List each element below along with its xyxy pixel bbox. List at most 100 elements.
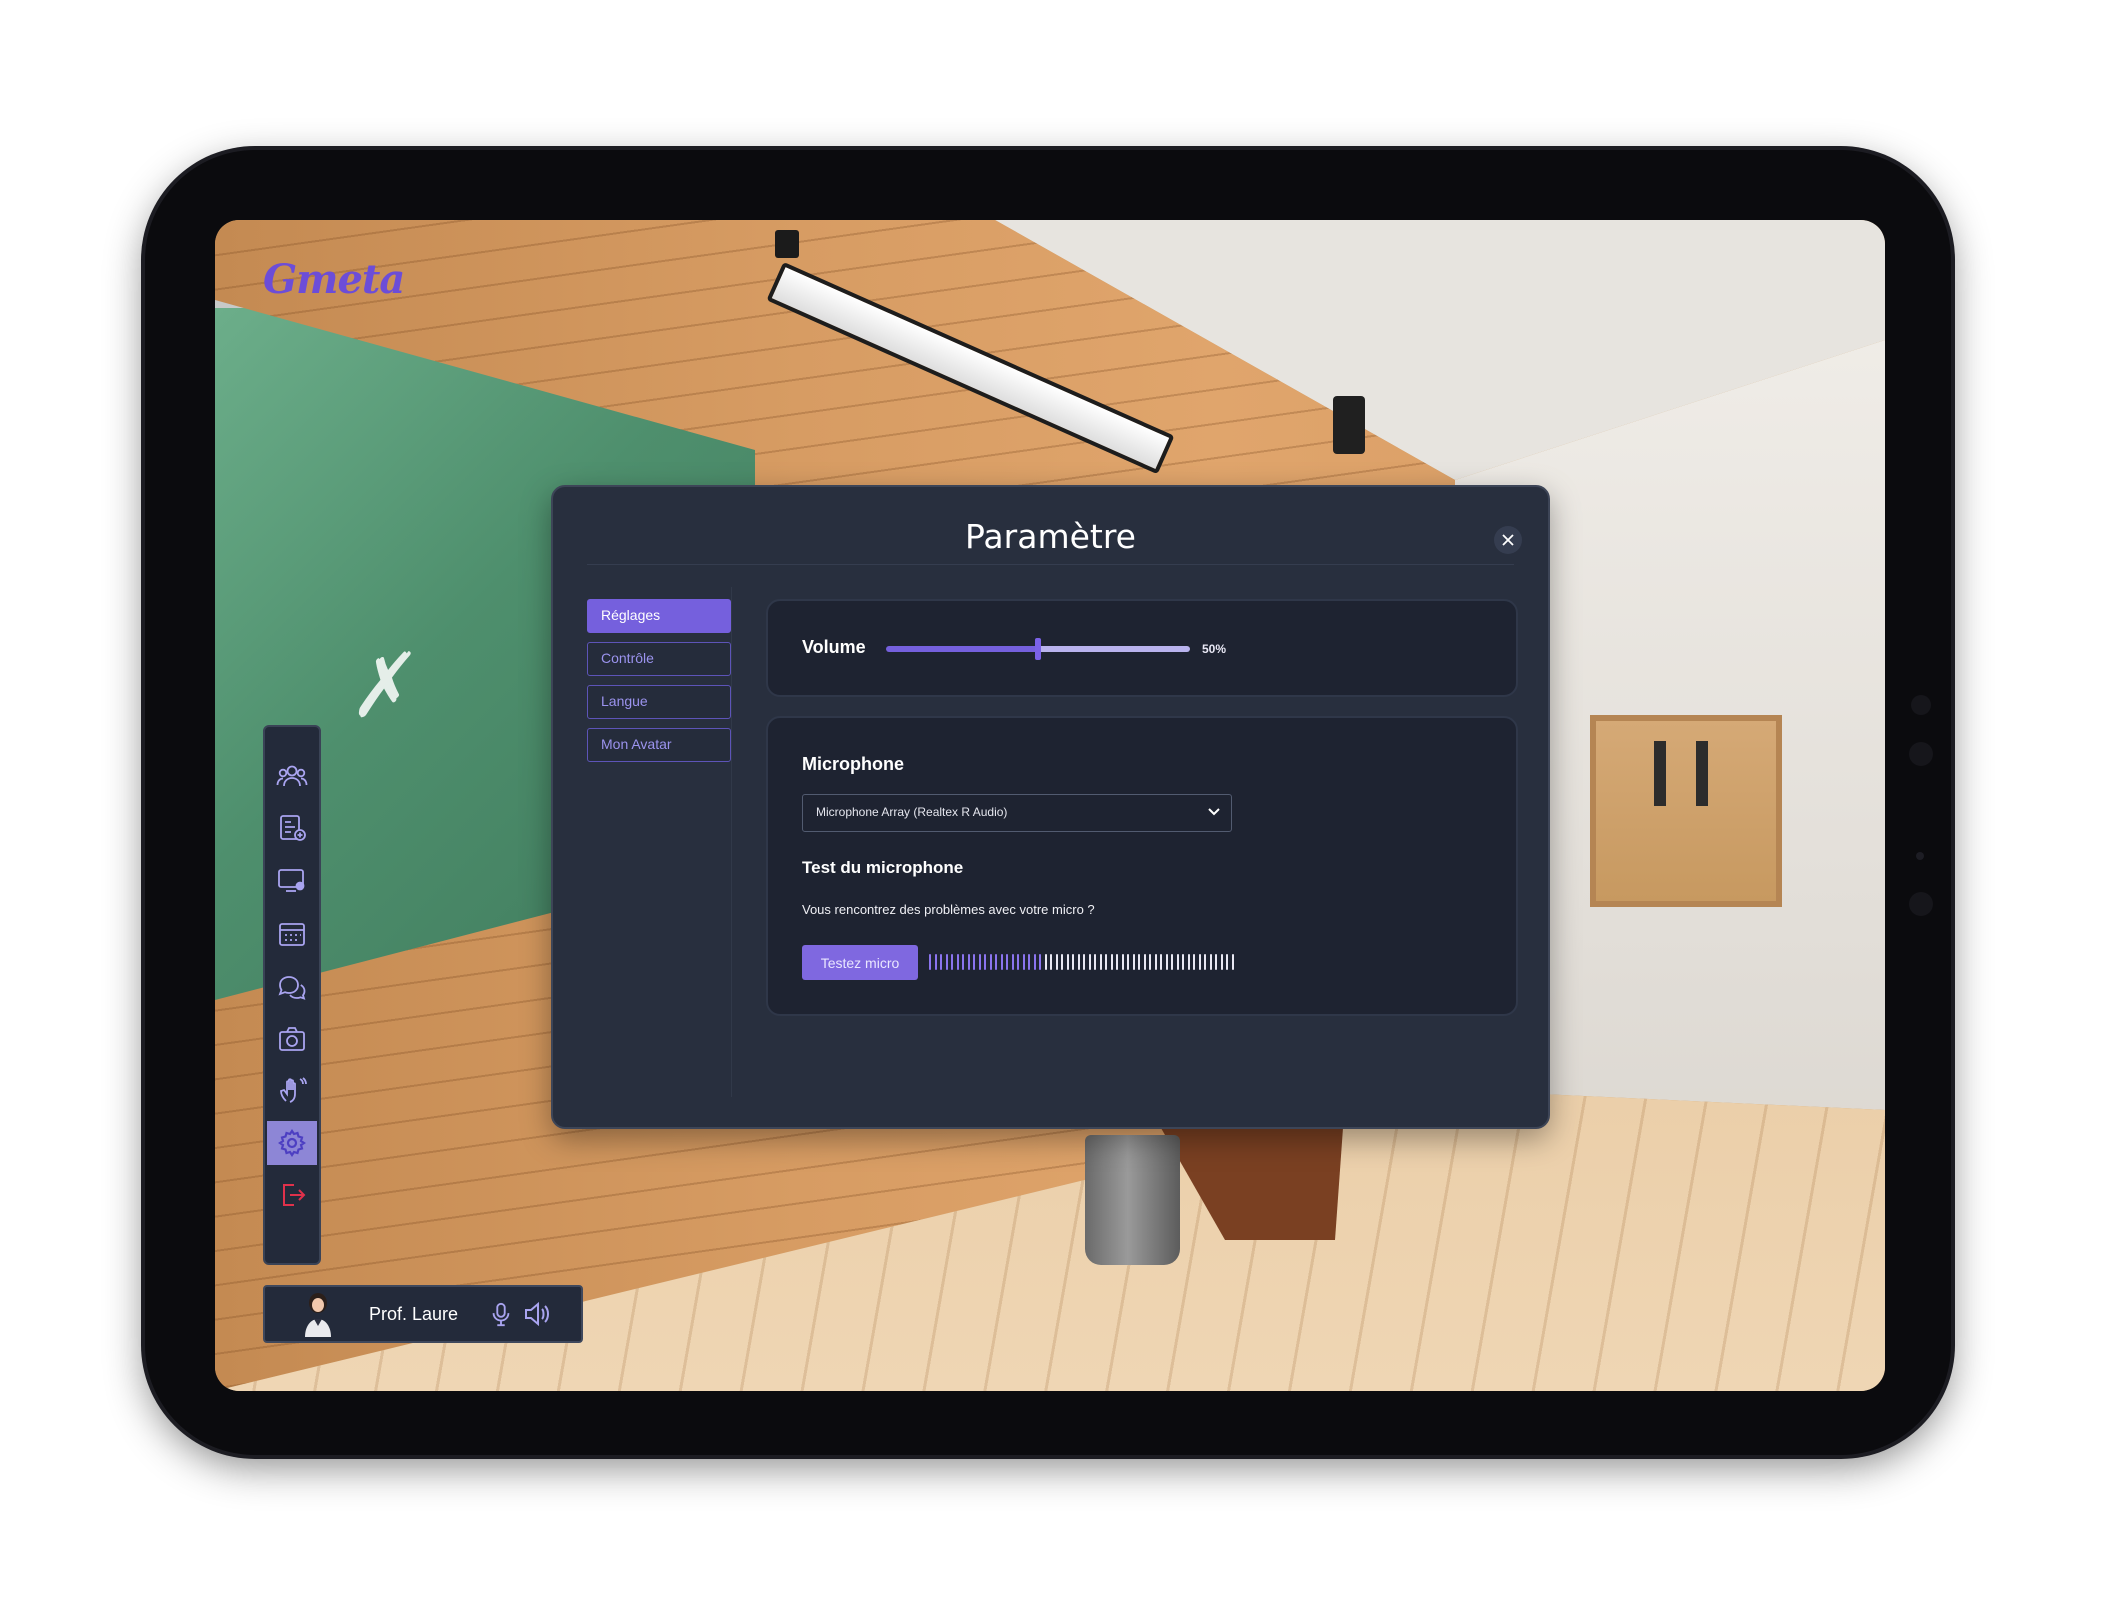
chat-button[interactable]: [267, 965, 317, 1009]
volume-slider-thumb[interactable]: [1035, 638, 1041, 660]
meter-bar: [1083, 954, 1085, 970]
side-button: [1909, 892, 1933, 916]
meter-bar: [934, 954, 937, 970]
camera-icon: [279, 1027, 305, 1051]
side-sensor-dot: [1916, 852, 1924, 860]
screen-share-icon: [278, 869, 305, 892]
nav-item-langue[interactable]: Langue: [587, 685, 731, 719]
trash-bin: [1085, 1135, 1180, 1265]
raise-hand-icon: [280, 1077, 307, 1103]
microphone-icon: [492, 1302, 510, 1327]
microphone-label: Microphone: [802, 754, 904, 774]
meter-bar: [1198, 954, 1201, 970]
meter-bar: [1220, 954, 1223, 970]
meter-bar: [967, 954, 970, 970]
settings-modal: Paramètre Réglages Contrôle Langue Mon A…: [551, 485, 1550, 1129]
mic-toggle[interactable]: [487, 1300, 515, 1328]
meter-bar: [940, 954, 942, 970]
test-mic-button[interactable]: Testez micro: [802, 945, 918, 980]
chalk-drawing: ✗: [338, 635, 419, 738]
app-screen: ✗ Gmeta Prof. Laure Paramètre Réglages C…: [215, 220, 1885, 1391]
meter-bar: [1011, 954, 1014, 970]
meter-bar: [989, 954, 992, 970]
speaker-toggle[interactable]: [523, 1300, 551, 1328]
meter-bar: [962, 954, 964, 970]
volume-slider[interactable]: [886, 638, 1190, 660]
mic-test-question: Vous rencontrez des problèmes avec votre…: [802, 902, 1095, 917]
meter-bar: [1061, 954, 1063, 970]
nav-item-reglages[interactable]: Réglages: [587, 599, 731, 633]
meter-bar: [1044, 954, 1047, 970]
close-icon: [1502, 534, 1514, 546]
chat-icon: [278, 976, 306, 1000]
left-toolbar: [263, 725, 321, 1265]
side-camera-dot: [1911, 695, 1931, 715]
meter-bar: [1072, 954, 1074, 970]
participants-button[interactable]: [267, 754, 317, 798]
meter-bar: [1033, 954, 1036, 970]
meter-bar: [1000, 954, 1003, 970]
calendar-button[interactable]: [267, 912, 317, 956]
meter-bar: [1143, 954, 1146, 970]
logout-icon: [283, 1184, 306, 1206]
modal-title: Paramètre: [965, 517, 1136, 556]
meter-bar: [945, 954, 948, 970]
meter-bar: [1105, 954, 1107, 970]
microphone-select[interactable]: Microphone Array (Realtex R Audio): [802, 794, 1232, 832]
calendar-icon: [279, 923, 305, 946]
close-button[interactable]: [1494, 526, 1522, 554]
meter-bar: [929, 954, 931, 970]
settings-button[interactable]: [267, 1121, 317, 1165]
chevron-down-icon: [1208, 808, 1220, 816]
meter-bar: [1127, 954, 1129, 970]
volume-label: Volume: [802, 637, 866, 657]
speaker-icon: [525, 1301, 549, 1327]
screen-share-button[interactable]: [267, 858, 317, 902]
add-content-button[interactable]: [267, 806, 317, 850]
meter-bar: [995, 954, 997, 970]
meter-bar: [1209, 954, 1212, 970]
meter-bar: [1149, 954, 1151, 970]
nav-divider: [731, 587, 732, 1097]
meter-bar: [1204, 954, 1206, 970]
meter-bar: [951, 954, 953, 970]
meter-bar: [1055, 954, 1058, 970]
nav-item-controle[interactable]: Contrôle: [587, 642, 731, 676]
meter-bar: [1050, 954, 1052, 970]
classroom-door: [1590, 715, 1782, 907]
camera-button[interactable]: [267, 1017, 317, 1061]
meter-bar: [956, 954, 959, 970]
meter-bar: [1039, 954, 1041, 970]
side-button: [1909, 742, 1933, 766]
settings-nav: Réglages Contrôle Langue Mon Avatar: [587, 599, 731, 771]
meter-bar: [1022, 954, 1025, 970]
nav-item-mon-avatar[interactable]: Mon Avatar: [587, 728, 731, 762]
avatar-image: [305, 1293, 331, 1337]
meter-bar: [1176, 954, 1179, 970]
add-content-icon: [280, 815, 306, 841]
meter-bar: [973, 954, 975, 970]
raise-hand-button[interactable]: [267, 1069, 317, 1113]
meter-bar: [1094, 954, 1096, 970]
volume-value: 50%: [1202, 642, 1227, 656]
light-mount: [775, 230, 799, 258]
meter-bar: [984, 954, 986, 970]
logout-button[interactable]: [267, 1173, 317, 1217]
avatar: [299, 1291, 337, 1337]
user-name: Prof. Laure: [369, 1303, 459, 1324]
mic-test-title: Test du microphone: [802, 858, 964, 877]
meter-bar: [1160, 954, 1162, 970]
meter-bar: [1193, 954, 1195, 970]
meter-bar: [1187, 954, 1190, 970]
app-logo: Gmeta: [263, 256, 405, 303]
meter-bar: [1110, 954, 1113, 970]
settings-icon: [278, 1129, 306, 1157]
meter-bar: [1121, 954, 1124, 970]
wall-speaker: [1333, 396, 1365, 454]
meter-bar: [1028, 954, 1030, 970]
meter-bar: [1017, 954, 1019, 970]
meter-bar: [1077, 954, 1080, 970]
meter-bar: [1138, 954, 1140, 970]
modal-divider: [587, 564, 1514, 565]
microphone-card: Microphone Microphone Array (Realtex R A…: [766, 716, 1518, 1016]
